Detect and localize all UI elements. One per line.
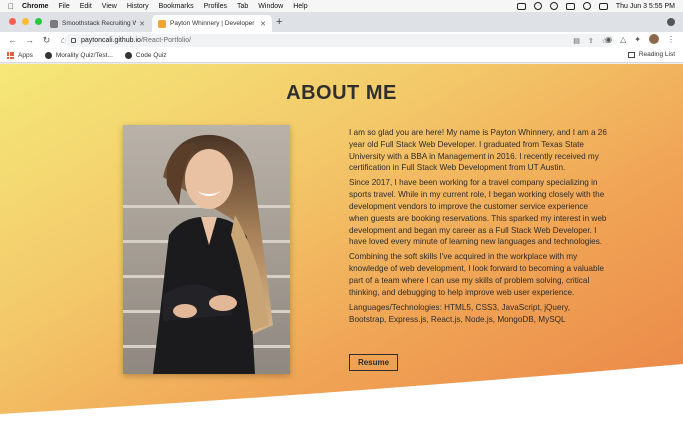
github-icon [44,51,52,59]
toolbar-right: ◉ △ ✦ ⋮ [605,34,675,44]
about-section: ABOUT ME I am so glad you are here! My n… [0,64,683,427]
control-center-icon[interactable] [598,2,608,10]
bio-text: I am so glad you are here! My name is Pa… [349,127,607,329]
zoom-window-button[interactable] [35,18,42,25]
play-icon[interactable] [533,2,542,10]
tab-strip: Smoothstack Recruiting Webi... ✕ Payton … [0,12,683,32]
bookmark-code-quiz[interactable]: Code Quiz [124,51,167,59]
url-path: /React-Portfolio/ [140,37,192,44]
install-app-icon[interactable]: ▤ [573,37,580,45]
bio-paragraph-career: Since 2017, I have been working for a tr… [349,178,607,247]
menu-window[interactable]: Window [258,3,283,10]
window-controls [9,18,42,25]
tab-title: Payton Whinnery | Developer [170,20,255,27]
url-host: paytoncali.github.io [81,37,141,44]
menubar-status-area: Thu Jun 3 5:55 PM [516,0,675,12]
tab-smoothstack[interactable]: Smoothstack Recruiting Webi... ✕ [44,15,151,32]
tab-search-icon[interactable] [667,18,675,26]
favicon-icon [50,19,58,28]
close-tab-icon[interactable]: ✕ [260,20,266,28]
bookmark-label: Code Quiz [135,51,167,59]
menu-help[interactable]: Help [293,3,307,10]
menu-history[interactable]: History [127,3,149,10]
menu-bookmarks[interactable]: Bookmarks [159,3,194,10]
bookmark-morality-quiz[interactable]: Morality Quiz/Test... [44,51,113,59]
battery-icon[interactable] [565,2,575,10]
browser-toolbar: ← → ↻ ⌂ paytoncali.github.io/React-Portf… [0,32,683,48]
new-tab-button[interactable]: + [276,16,282,28]
profile-photo [123,125,290,374]
more-menu-icon[interactable]: ⋮ [667,35,675,44]
favicon-icon [158,19,166,28]
address-bar[interactable]: paytoncali.github.io/React-Portfolio/ ▤ … [64,34,614,47]
reload-icon[interactable]: ↻ [42,35,51,46]
bio-paragraph-technologies: Languages/Technologies: HTML5, CSS3, Jav… [349,302,571,324]
profile-avatar[interactable] [649,34,659,44]
bookmark-apps[interactable]: Apps [7,51,33,59]
lock-icon[interactable] [71,38,76,43]
search-icon[interactable] [582,2,591,10]
bookmark-label: Apps [18,51,33,59]
address-bar-actions: ▤ ⇧ ☆ [573,34,608,47]
page-title: ABOUT ME [286,82,397,104]
reading-list-button[interactable]: Reading List [627,51,675,58]
tab-title: Smoothstack Recruiting Webi... [62,20,137,27]
share-icon[interactable]: ⇧ [588,37,594,45]
wifi-icon[interactable] [549,2,558,10]
camera-icon[interactable]: ◉ [605,35,612,44]
menu-chrome[interactable]: Chrome [22,3,48,10]
screen-icon[interactable] [516,2,526,10]
menu-profiles[interactable]: Profiles [204,3,227,10]
tab-portfolio[interactable]: Payton Whinnery | Developer ✕ [152,15,272,32]
menu-edit[interactable]: Edit [80,3,92,10]
apps-grid-icon [7,51,14,59]
back-arrow-icon[interactable]: ← [8,35,17,45]
reading-list-label: Reading List [638,51,675,58]
profile-photo-image [123,125,290,374]
extensions-puzzle-icon[interactable]: ✦ [634,35,641,44]
menu-tab[interactable]: Tab [237,3,248,10]
apple-icon[interactable]:  [8,2,14,11]
resume-button[interactable]: Resume [349,354,398,371]
reading-list-icon [627,51,635,58]
minimize-window-button[interactable] [22,18,29,25]
close-tab-icon[interactable]: ✕ [139,20,145,28]
bookmarks-bar: Apps Morality Quiz/Test... Code Quiz Rea… [0,48,683,63]
close-window-button[interactable] [9,18,16,25]
bio-paragraph-intro: I am so glad you are here! My name is Pa… [349,128,607,173]
forward-arrow-icon[interactable]: → [25,35,34,45]
shield-icon[interactable]: △ [620,35,626,44]
github-icon [124,51,132,59]
menu-view[interactable]: View [102,3,117,10]
bio-paragraph-goals: Combining the soft skills I've acquired … [349,252,604,297]
macos-menu-bar:  Chrome File Edit View History Bookmark… [0,0,683,12]
menu-file[interactable]: File [58,3,69,10]
bookmark-label: Morality Quiz/Test... [55,51,113,59]
menubar-clock[interactable]: Thu Jun 3 5:55 PM [616,3,675,10]
